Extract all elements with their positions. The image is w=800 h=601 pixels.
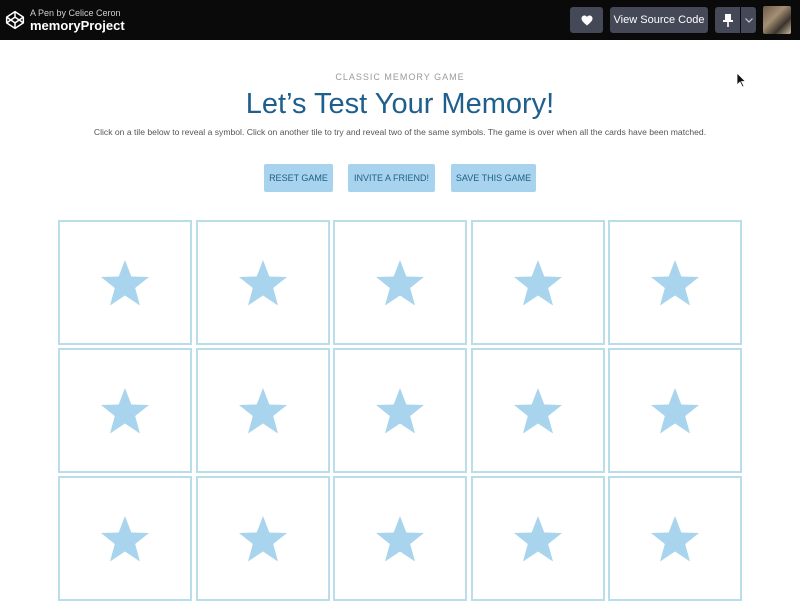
page-kicker: CLASSIC MEMORY GAME: [335, 72, 465, 82]
pen-title: memoryProject: [30, 18, 125, 33]
pin-icon: [722, 13, 733, 27]
star-icon: [513, 259, 562, 305]
star-icon: [651, 259, 699, 305]
memory-tile[interactable]: [333, 476, 467, 601]
star-icon: [238, 259, 287, 305]
star-icon: [376, 259, 424, 305]
memory-tile[interactable]: [333, 220, 467, 345]
page-description: Click on a tile below to reveal a symbol…: [93, 127, 707, 137]
memory-tile[interactable]: [333, 348, 467, 473]
mouse-cursor-icon: [736, 72, 746, 88]
save-game-button[interactable]: SAVE THIS GAME: [451, 164, 536, 192]
star-icon: [101, 387, 149, 433]
heart-icon: [581, 15, 592, 25]
pen-author[interactable]: A Pen by Celice Ceron: [30, 8, 121, 18]
memory-tile[interactable]: [195, 348, 330, 473]
memory-tile[interactable]: [195, 476, 330, 601]
codepen-topbar: A Pen by Celice Ceron memoryProject View…: [0, 0, 800, 40]
star-icon: [651, 515, 699, 561]
star-icon: [513, 515, 562, 561]
pin-options-button[interactable]: [741, 7, 756, 33]
memory-tile[interactable]: [608, 476, 742, 601]
view-source-button[interactable]: View Source Code: [610, 7, 708, 33]
memory-tile[interactable]: [470, 220, 605, 345]
memory-tile[interactable]: [470, 348, 605, 473]
reset-game-button[interactable]: RESET GAME: [264, 164, 333, 192]
avatar[interactable]: [763, 6, 791, 34]
star-icon: [376, 515, 424, 561]
star-icon: [101, 515, 149, 561]
heart-button[interactable]: [570, 7, 603, 33]
star-icon: [651, 387, 699, 433]
star-icon: [238, 515, 287, 561]
star-icon: [376, 387, 424, 433]
chevron-down-icon: [744, 17, 753, 23]
memory-tile[interactable]: [195, 220, 330, 345]
memory-tile[interactable]: [470, 476, 605, 601]
memory-tile[interactable]: [608, 348, 742, 473]
memory-tile[interactable]: [608, 220, 742, 345]
memory-tile[interactable]: [58, 476, 192, 601]
memory-grid: [58, 220, 742, 601]
page-title: Let’s Test Your Memory!: [245, 88, 555, 120]
star-icon: [101, 259, 149, 305]
pin-button[interactable]: [715, 7, 740, 33]
invite-friend-button[interactable]: INVITE A FRIEND!: [348, 164, 435, 192]
star-icon: [238, 387, 287, 433]
memory-tile[interactable]: [58, 348, 192, 473]
codepen-logo-icon[interactable]: [5, 10, 25, 30]
star-icon: [513, 387, 562, 433]
memory-tile[interactable]: [58, 220, 192, 345]
